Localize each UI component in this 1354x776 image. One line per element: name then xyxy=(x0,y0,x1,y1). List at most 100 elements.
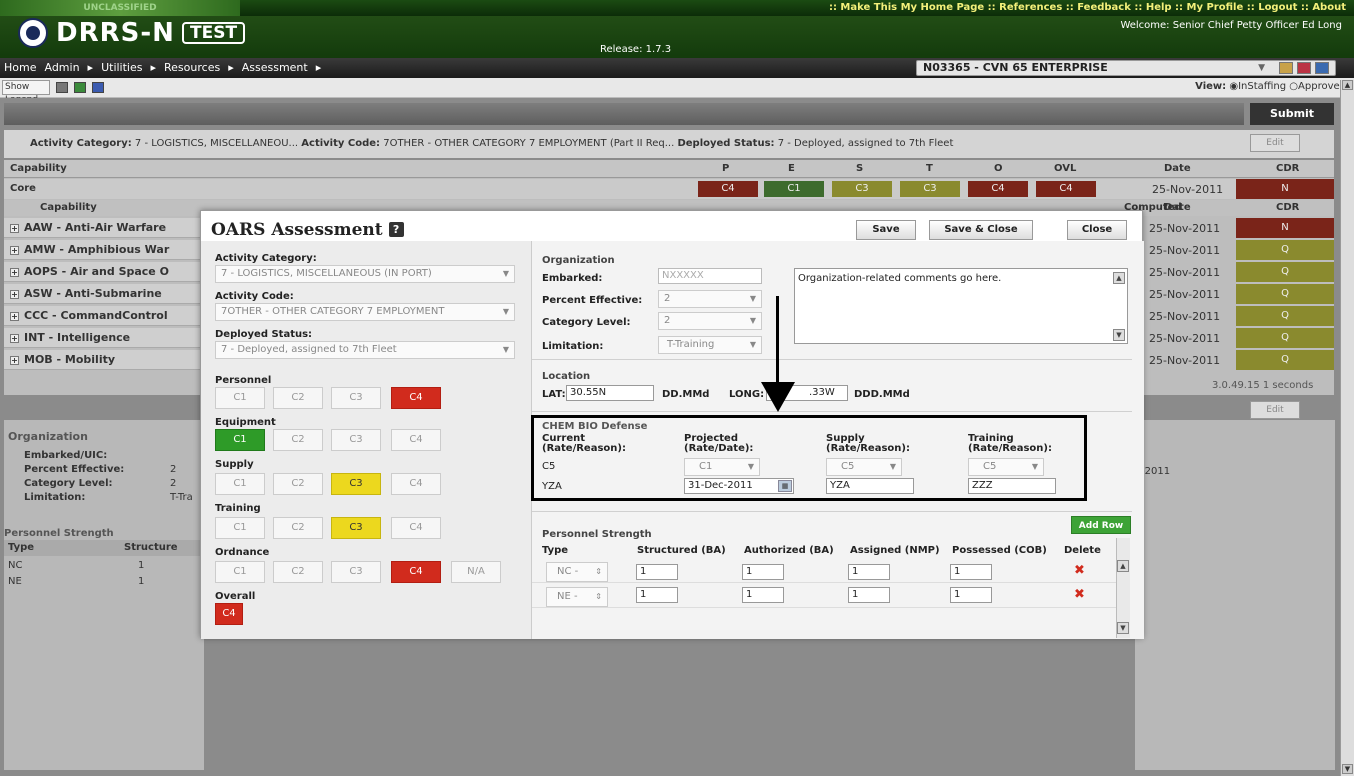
ordnance-c4[interactable]: C4 xyxy=(391,561,441,583)
delete-icon[interactable]: ✖ xyxy=(1074,587,1085,602)
ordnance-c1[interactable]: C1 xyxy=(215,561,265,583)
personnel-c2[interactable]: C2 xyxy=(273,387,323,409)
ps-structured-input[interactable]: 1 xyxy=(636,564,678,580)
cap-row-mob[interactable]: + MOB - Mobility xyxy=(4,350,204,370)
submit-button[interactable]: Submit xyxy=(1250,103,1334,125)
excel-icon[interactable] xyxy=(74,82,86,93)
supply-c1[interactable]: C1 xyxy=(215,473,265,495)
ps-assigned-input[interactable]: 1 xyxy=(848,564,890,580)
training-c4[interactable]: C4 xyxy=(391,517,441,539)
activity-code-select[interactable]: 7OTHER - OTHER CATEGORY 7 EMPLOYMENT ▼ xyxy=(215,303,515,321)
delete-icon[interactable]: ✖ xyxy=(1074,563,1085,578)
cap-cdr[interactable]: Q xyxy=(1236,240,1334,260)
help-icon[interactable]: ? xyxy=(388,222,404,237)
ps-scrollbar[interactable]: ▲ ▼ xyxy=(1116,538,1130,638)
equipment-c3[interactable]: C3 xyxy=(331,429,381,451)
ps-assigned-input[interactable]: 1 xyxy=(848,587,890,603)
personnel-c1[interactable]: C1 xyxy=(215,387,265,409)
training-c3[interactable]: C3 xyxy=(331,517,381,539)
ordnance-c2[interactable]: C2 xyxy=(273,561,323,583)
radio-approved[interactable]: ○ xyxy=(1289,81,1298,92)
scroll-down-icon[interactable]: ▼ xyxy=(1342,764,1353,774)
deployed-status-select[interactable]: 7 - Deployed, assigned to 7th Fleet ▼ xyxy=(215,341,515,359)
lat-input[interactable]: 30.55N xyxy=(566,385,654,401)
cap-row-ccc[interactable]: + CCC - CommandControl xyxy=(4,306,204,326)
bg-edit-button-2[interactable]: Edit xyxy=(1250,401,1300,419)
save-button[interactable]: Save xyxy=(856,220,916,240)
expand-icon[interactable]: + xyxy=(10,224,19,233)
scroll-up-icon[interactable]: ▲ xyxy=(1342,80,1353,90)
cap-cdr[interactable]: Q xyxy=(1236,350,1334,370)
ps-type-select[interactable]: NE - ⇕ xyxy=(546,587,608,607)
add-row-button[interactable]: Add Row xyxy=(1071,516,1131,534)
word-icon[interactable] xyxy=(92,82,104,93)
user-icon[interactable] xyxy=(1279,62,1293,74)
embarked-input[interactable]: NXXXXX xyxy=(658,268,762,284)
nav-home[interactable]: Home xyxy=(4,58,36,78)
expand-icon[interactable]: + xyxy=(10,312,19,321)
close-button[interactable]: Close xyxy=(1067,220,1127,240)
nav-assessment[interactable]: Assessment xyxy=(242,58,308,78)
ps-authorized-input[interactable]: 1 xyxy=(742,564,784,580)
expand-icon[interactable]: + xyxy=(10,246,19,255)
ps-possessed-input[interactable]: 1 xyxy=(950,587,992,603)
cap-row-asw[interactable]: + ASW - Anti-Submarine xyxy=(4,284,204,304)
comments-scroll-up-icon[interactable]: ▲ xyxy=(1113,272,1125,284)
activity-category-select[interactable]: 7 - LOGISTICS, MISCELLANEOUS (IN PORT) ▼ xyxy=(215,265,515,283)
ps-authorized-input[interactable]: 1 xyxy=(742,587,784,603)
supply-c4[interactable]: C4 xyxy=(391,473,441,495)
bg-activity-category-value: 7 - LOGISTICS, MISCELLANEOU... xyxy=(134,138,299,149)
expand-icon[interactable]: + xyxy=(10,290,19,299)
expand-icon[interactable]: + xyxy=(10,268,19,277)
ps-scroll-down-icon[interactable]: ▼ xyxy=(1117,622,1129,634)
org-comments-textarea[interactable]: Organization-related comments go here. xyxy=(794,268,1128,344)
nav-admin[interactable]: Admin xyxy=(44,58,79,78)
comments-scroll-down-icon[interactable]: ▼ xyxy=(1113,329,1125,341)
cap-row-aops[interactable]: + AOPS - Air and Space O xyxy=(4,262,204,282)
ps-scroll-up-icon[interactable]: ▲ xyxy=(1117,560,1129,572)
radio-instaffing[interactable]: ◉ xyxy=(1229,81,1238,92)
equipment-c1[interactable]: C1 xyxy=(215,429,265,451)
equipment-c2[interactable]: C2 xyxy=(273,429,323,451)
print-icon[interactable] xyxy=(56,82,68,93)
bg-ps-struct: Structure xyxy=(124,542,178,553)
bg-edit-button[interactable]: Edit xyxy=(1250,134,1300,152)
top-links[interactable]: :: Make This My Home Page :: References … xyxy=(829,2,1346,13)
page-scrollbar[interactable]: ▲ ▼ xyxy=(1340,80,1354,776)
ordnance-c3[interactable]: C3 xyxy=(331,561,381,583)
ship-selector[interactable]: N03365 - CVN 65 ENTERPRISE ▼ xyxy=(916,60,1336,76)
nav-resources[interactable]: Resources xyxy=(164,58,220,78)
globe-icon[interactable] xyxy=(1315,62,1329,74)
ps-type-select[interactable]: NC - ⇕ xyxy=(546,562,608,582)
ps-structured-input[interactable]: 1 xyxy=(636,587,678,603)
alert-icon[interactable] xyxy=(1297,62,1311,74)
show-legend-dropdown[interactable]: Show Legend xyxy=(2,80,50,105)
cap-cdr[interactable]: Q xyxy=(1236,306,1334,326)
ps-possessed-input[interactable]: 1 xyxy=(950,564,992,580)
training-c1[interactable]: C1 xyxy=(215,517,265,539)
deployed-status-label: Deployed Status: xyxy=(215,329,313,340)
save-close-button[interactable]: Save & Close xyxy=(929,220,1033,240)
cap-row-int[interactable]: + INT - Intelligence xyxy=(4,328,204,348)
ordnance-na[interactable]: N/A xyxy=(451,561,501,583)
core-cdr[interactable]: N xyxy=(1236,179,1334,199)
cap-cdr[interactable]: Q xyxy=(1236,328,1334,348)
cap-row-aaw[interactable]: + AAW - Anti-Air Warfare xyxy=(4,218,204,238)
supply-c2[interactable]: C2 xyxy=(273,473,323,495)
cap-row-amw[interactable]: + AMW - Amphibious War xyxy=(4,240,204,260)
cap-cdr[interactable]: Q xyxy=(1236,284,1334,304)
percent-effective-value: 2 xyxy=(664,293,671,304)
percent-effective-select[interactable]: 2 ▼ xyxy=(658,290,762,308)
cap-cdr[interactable]: Q xyxy=(1236,262,1334,282)
supply-c3[interactable]: C3 xyxy=(331,473,381,495)
expand-icon[interactable]: + xyxy=(10,356,19,365)
limitation-select[interactable]: T-Training ▼ xyxy=(658,336,762,354)
category-level-select[interactable]: 2 ▼ xyxy=(658,312,762,330)
personnel-c4[interactable]: C4 xyxy=(391,387,441,409)
nav-utilities[interactable]: Utilities xyxy=(101,58,142,78)
expand-icon[interactable]: + xyxy=(10,334,19,343)
cap-cdr[interactable]: N xyxy=(1236,218,1334,238)
training-c2[interactable]: C2 xyxy=(273,517,323,539)
equipment-c4[interactable]: C4 xyxy=(391,429,441,451)
personnel-c3[interactable]: C3 xyxy=(331,387,381,409)
